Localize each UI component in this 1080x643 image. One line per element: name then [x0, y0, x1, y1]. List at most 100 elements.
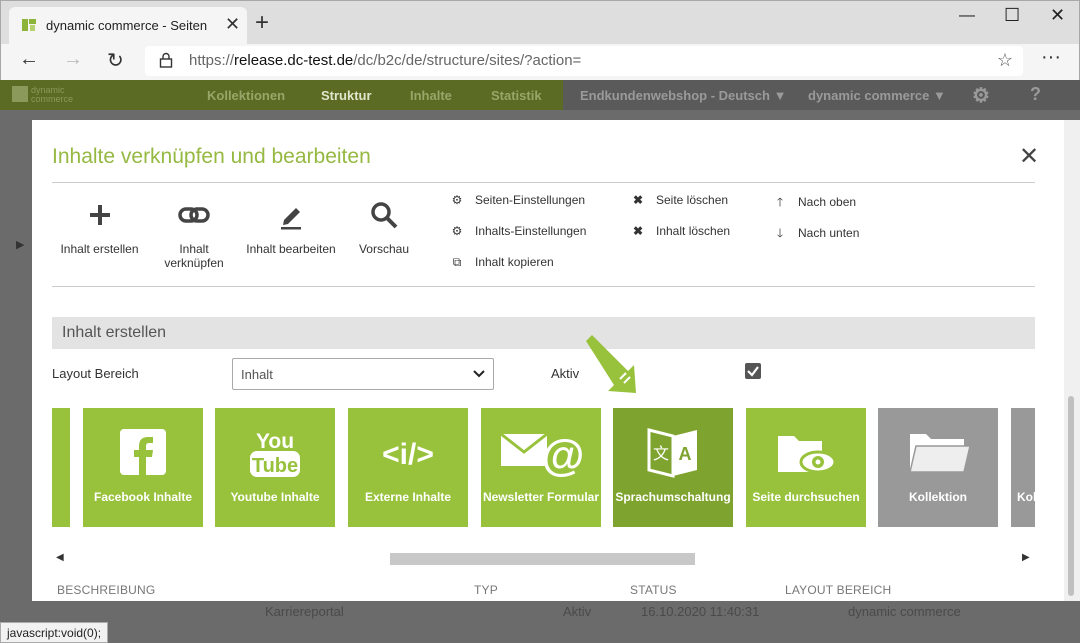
bg-row-layout: dynamic commerce	[848, 604, 961, 619]
svg-text:@: @	[542, 431, 585, 480]
move-down-button[interactable]: 🡓 Nach unten	[772, 224, 860, 245]
content-settings-button[interactable]: ⚙ Inhalts-Einstellungen	[449, 224, 587, 238]
tile-newsletter[interactable]: @ Newsletter Formular	[481, 408, 601, 527]
pencil-icon	[281, 208, 301, 230]
mail-at-icon: @	[500, 431, 585, 480]
chevron-down-icon	[473, 370, 485, 378]
maximize-icon[interactable]: ☐	[1004, 5, 1020, 26]
delete-x-icon: ✖	[632, 193, 644, 207]
nav-inhalte[interactable]: Inhalte	[410, 88, 452, 103]
link-icon	[178, 207, 210, 223]
nav-statistik[interactable]: Statistik	[491, 88, 542, 103]
status-bar-url: javascript:void(0);	[0, 622, 109, 643]
column-header-type[interactable]: TYP	[474, 583, 498, 597]
svg-text:文: 文	[653, 444, 669, 463]
tile-external[interactable]: <i/> Externe Inhalte	[348, 408, 468, 527]
favorite-star-icon[interactable]: ☆	[997, 50, 1013, 71]
delete-page-button[interactable]: ✖ Seite löschen	[630, 193, 728, 207]
forward-icon[interactable]: →	[63, 48, 83, 71]
column-header-description[interactable]: BESCHREIBUNG	[57, 583, 155, 597]
copy-icon: ⧉	[452, 255, 462, 269]
gear-icon[interactable]: ⚙	[972, 83, 990, 108]
company-select[interactable]: dynamic commerce ▼	[808, 88, 946, 103]
scrollbar-thumb[interactable]	[1068, 396, 1074, 596]
svg-text:A: A	[679, 444, 692, 464]
lock-icon	[159, 52, 173, 68]
app-header: dynamic commerce Kollektionen Struktur In…	[0, 80, 1080, 110]
move-up-button[interactable]: 🡑 Nach oben	[772, 193, 856, 214]
nav-struktur[interactable]: Struktur	[321, 88, 372, 103]
tile-language-switch[interactable]: 文 A Sprachumschaltung	[613, 408, 733, 527]
link-content-button[interactable]: Inhalt verknüpfen	[152, 200, 236, 270]
youtube-icon: You Tube	[250, 430, 300, 477]
facebook-icon	[120, 429, 166, 475]
url-input[interactable]: https://release.dc-test.de/dc/b2c/de/str…	[145, 46, 1023, 76]
gear-icon: ⚙	[451, 224, 463, 238]
page-settings-button[interactable]: ⚙ Seiten-Einstellungen	[449, 193, 585, 207]
expand-arrow-icon: ▶	[16, 239, 25, 251]
svg-text:Tube: Tube	[252, 455, 298, 477]
copy-content-button[interactable]: ⧉ Inhalt kopieren	[449, 255, 554, 270]
back-icon[interactable]: ←	[19, 48, 39, 71]
more-options-icon[interactable]: ···	[1041, 46, 1061, 69]
translate-icon: 文 A	[647, 428, 697, 478]
vertical-scrollbar[interactable]	[1064, 120, 1080, 601]
site-favicon-icon	[22, 19, 36, 31]
active-label: Aktiv	[551, 366, 580, 381]
window-close-icon[interactable]: ✕	[1050, 5, 1065, 26]
divider	[52, 182, 1035, 183]
tile-collection[interactable]: Kollektion	[878, 408, 998, 527]
content-type-tiles: Facebook Inhalte You Tube Youtube Inhalt…	[52, 408, 1035, 527]
modal-close-icon[interactable]: ✕	[1019, 142, 1039, 171]
delete-content-button[interactable]: ✖ Inhalt löschen	[630, 224, 730, 238]
tile-collection-partial[interactable]: Kol	[1011, 408, 1035, 527]
layout-area-select[interactable]: Inhalt	[232, 358, 494, 390]
tile-youtube[interactable]: You Tube Youtube Inhalte	[215, 408, 335, 527]
tab-close-icon[interactable]: ✕	[225, 14, 240, 35]
checkmark-icon	[747, 366, 759, 377]
help-icon[interactable]: ?	[1030, 84, 1041, 105]
modal-title: Inhalte verknüpfen und bearbeiten	[52, 145, 371, 168]
horizontal-scrollbar[interactable]: ◀ ▶	[52, 549, 1035, 569]
svg-text:<i/>: <i/>	[382, 438, 434, 471]
new-tab-icon[interactable]: +	[255, 9, 269, 37]
app-logo: dynamic commerce	[12, 86, 73, 104]
preview-button[interactable]: Vorschau	[350, 200, 418, 256]
column-header-status[interactable]: STATUS	[630, 583, 677, 597]
nav-kollektionen[interactable]: Kollektionen	[207, 88, 285, 103]
annotation-arrow-icon	[586, 335, 636, 393]
url-text: https://release.dc-test.de/dc/b2c/de/str…	[189, 52, 582, 69]
browser-tab-bar: dynamic commerce - Seiten ✕ + — ☐ ✕	[0, 0, 1080, 45]
arrow-up-icon: 🡑	[776, 195, 784, 209]
arrow-down-icon: 🡓	[776, 226, 784, 240]
active-checkbox[interactable]	[745, 363, 761, 379]
scrollbar-thumb[interactable]	[390, 553, 695, 565]
plus-icon	[89, 205, 110, 225]
create-content-button[interactable]: Inhalt erstellen	[52, 200, 147, 256]
tile-facebook[interactable]: Facebook Inhalte	[83, 408, 203, 527]
reload-icon[interactable]: ↻	[107, 48, 124, 73]
delete-x-icon: ✖	[632, 224, 644, 238]
minimize-icon[interactable]: —	[959, 7, 975, 25]
bg-row-date: 16.10.2020 11:40:31	[641, 604, 760, 619]
header-right-panel: Endkundenwebshop - Deutsch ▼ dynamic com…	[563, 80, 1080, 110]
tile-partial-left[interactable]	[52, 408, 70, 527]
divider	[52, 286, 1035, 287]
tab-title: dynamic commerce - Seiten	[46, 18, 208, 33]
content-modal: Inhalte verknüpfen und bearbeiten ✕ Inha…	[32, 120, 1064, 601]
scroll-left-icon[interactable]: ◀	[56, 552, 64, 563]
browser-tab[interactable]: dynamic commerce - Seiten ✕	[9, 7, 247, 45]
folder-eye-icon	[778, 436, 837, 474]
edit-content-button[interactable]: Inhalt bearbeiten	[237, 200, 345, 256]
bg-row-status: Aktiv	[563, 604, 592, 619]
tile-search-page[interactable]: Seite durchsuchen	[746, 408, 866, 527]
column-header-layout[interactable]: LAYOUT BEREICH	[785, 583, 891, 597]
layout-area-label: Layout Bereich	[52, 366, 139, 381]
folder-icon	[909, 434, 971, 473]
code-icon: <i/>	[382, 438, 434, 471]
scroll-right-icon[interactable]: ▶	[1022, 552, 1030, 563]
bg-row-name: Karriereportal	[265, 604, 344, 619]
shop-select[interactable]: Endkundenwebshop - Deutsch ▼	[580, 88, 786, 103]
gear-icon: ⚙	[451, 193, 463, 207]
svg-text:You: You	[256, 430, 294, 453]
